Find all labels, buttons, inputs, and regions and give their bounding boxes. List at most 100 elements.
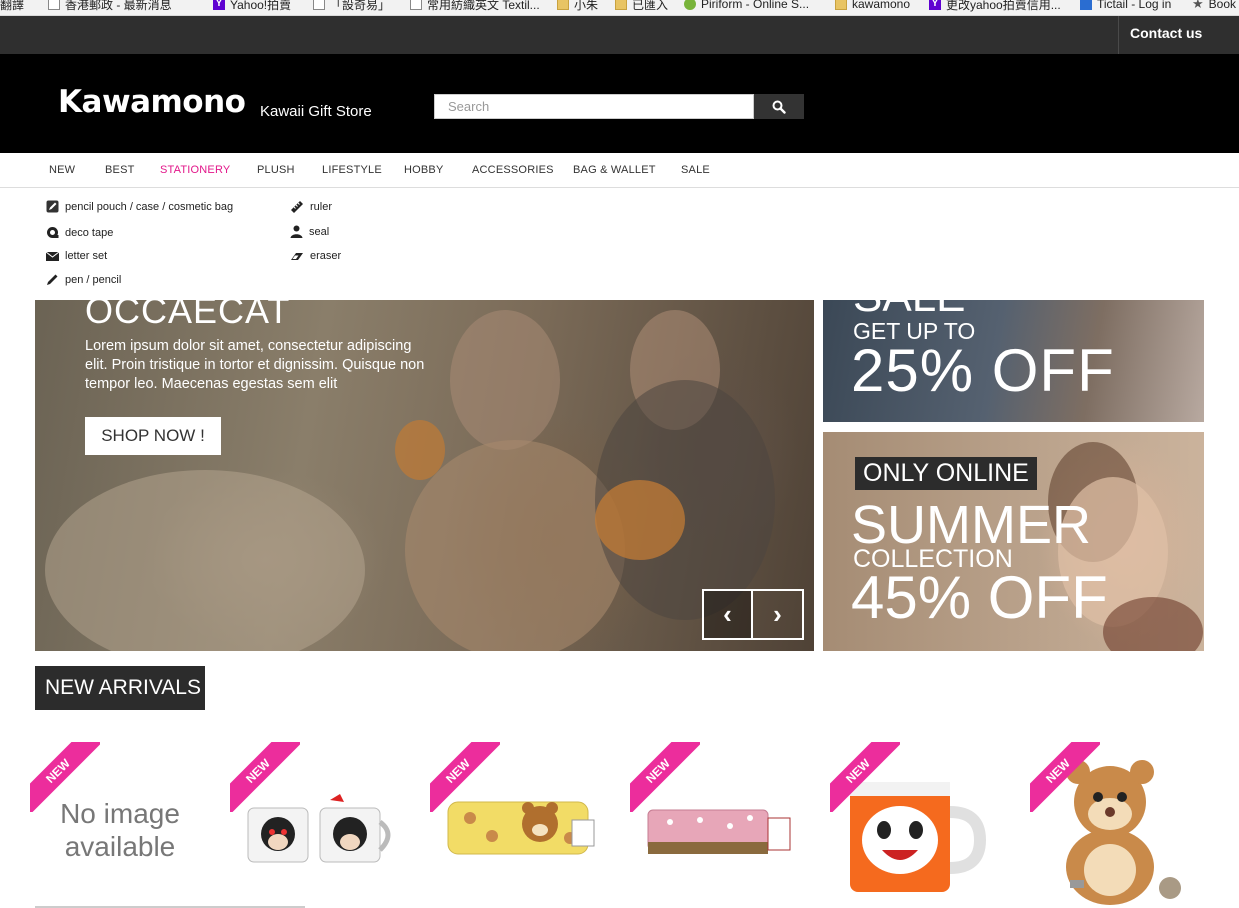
nav-accessories[interactable]: ACCESSORIES <box>472 164 554 176</box>
product-card[interactable]: NEW No image available <box>30 742 220 908</box>
bookmark-textile[interactable]: 常用紡織英文 Textil... <box>410 0 540 13</box>
yahoo-icon: Y <box>213 0 225 10</box>
bookmark-folder-imported[interactable]: 已匯入 <box>615 0 668 13</box>
promo-only-online-badge: ONLY ONLINE <box>855 457 1037 490</box>
bookmark-label: 「設奇易」 <box>330 0 391 12</box>
nav-plush[interactable]: PLUSH <box>257 164 295 176</box>
site-icon <box>313 0 325 10</box>
search-icon <box>772 100 786 114</box>
new-ribbon: NEW <box>230 742 300 812</box>
ruler-icon <box>291 201 303 213</box>
search-button[interactable] <box>754 94 804 119</box>
product-card[interactable]: NEW <box>430 742 620 908</box>
bookmark-label: Tictail - Log in <box>1097 0 1172 11</box>
pencil-square-icon <box>46 200 59 213</box>
nav-new[interactable]: NEW <box>49 164 75 176</box>
site-tagline: Kawaii Gift Store <box>260 103 372 120</box>
new-arrivals-heading: NEW ARRIVALS <box>35 666 205 710</box>
product-card[interactable]: NEW <box>830 742 1020 908</box>
contact-us-link[interactable]: Contact us <box>1118 16 1239 54</box>
envelope-icon <box>46 251 59 261</box>
search-input[interactable]: Search <box>434 94 754 119</box>
folder-icon <box>615 0 627 10</box>
promo-discount: 45% OFF <box>851 564 1108 631</box>
ribbon-label: NEW <box>230 742 300 812</box>
menu-item-pen-pencil[interactable]: pen / pencil <box>46 273 121 286</box>
ribbon-label: NEW <box>430 742 500 812</box>
shop-now-button[interactable]: SHOP NOW ! <box>85 417 221 455</box>
chevron-left-icon: ‹ <box>723 599 732 629</box>
top-bar: Contact us <box>0 16 1239 54</box>
menu-item-label: deco tape <box>65 226 114 239</box>
product-card[interactable]: NEW <box>1030 742 1220 908</box>
promo-sale-banner[interactable]: SALE GET UP TO 25% OFF <box>823 300 1204 422</box>
piriform-icon <box>684 0 696 10</box>
bookmark-label: 翻譯 <box>0 0 25 12</box>
hero-text: Lorem ipsum dolor sit amet, consectetur … <box>85 338 425 392</box>
bookmark-folder-kawamono[interactable]: kawamono <box>835 0 910 13</box>
bookmarks-bar: 翻譯 香港郵政 - 最新消息 Y Yahoo!拍賣 「設奇易」 常用紡織英文 Te… <box>0 0 1239 16</box>
bookmark-site[interactable]: 「設奇易」 <box>313 0 390 13</box>
bookmark-label: kawamono <box>852 0 911 11</box>
promo-discount: 25% OFF <box>851 337 1115 404</box>
bookmark-label: 小朱 <box>574 0 599 12</box>
product-card[interactable]: NEW <box>630 742 820 908</box>
menu-item-label: seal <box>309 225 330 238</box>
new-ribbon: NEW <box>630 742 700 812</box>
bookmark-yahoo-auction[interactable]: Y Yahoo!拍賣 <box>213 0 291 13</box>
nav-hobby[interactable]: HOBBY <box>404 164 444 176</box>
bookmark-folder-zhu[interactable]: 小朱 <box>557 0 598 13</box>
menu-item-seal[interactable]: seal <box>290 225 329 238</box>
ribbon-label: NEW <box>1030 742 1100 812</box>
promo-summer-banner[interactable]: ONLY ONLINE SUMMER COLLECTION 45% OFF <box>823 432 1204 651</box>
bookmark-label: 已匯入 <box>632 0 669 12</box>
chevron-right-icon: › <box>773 599 782 629</box>
bookmark-hongkong-post[interactable]: 香港郵政 - 最新消息 <box>48 0 172 13</box>
bookmark-label: 更改yahoo拍賣信用... <box>946 0 1061 12</box>
ribbon-label: NEW <box>630 742 700 812</box>
bookmark-piriform[interactable]: Piriform - Online S... <box>684 0 809 13</box>
nav-lifestyle[interactable]: LIFESTYLE <box>322 164 382 176</box>
next-slide-button[interactable]: › <box>753 591 802 638</box>
product-card[interactable]: NEW <box>230 742 420 908</box>
tape-icon <box>47 227 59 238</box>
star-icon: ★ <box>1192 0 1204 11</box>
nav-sale[interactable]: SALE <box>681 164 710 176</box>
bookmark-label: Book <box>1208 0 1237 11</box>
nav-stationery[interactable]: STATIONERY <box>160 164 230 176</box>
eraser-icon <box>291 252 303 260</box>
menu-item-label: pen / pencil <box>65 273 122 286</box>
site-logo[interactable]: Kawamono <box>58 84 246 120</box>
main-nav: NEW BEST STATIONERY PLUSH LIFESTYLE HOBB… <box>0 153 1239 188</box>
menu-item-ruler[interactable]: ruler <box>290 200 332 214</box>
menu-item-label: eraser <box>310 250 342 262</box>
slider-arrows: ‹ › <box>702 589 804 640</box>
bookmark-other[interactable]: ★ Book <box>1192 0 1236 13</box>
menu-item-label: letter set <box>65 250 108 262</box>
new-ribbon: NEW <box>430 742 500 812</box>
folder-icon <box>557 0 569 10</box>
menu-item-eraser[interactable]: eraser <box>290 250 341 262</box>
yahoo-icon: Y <box>929 0 941 10</box>
no-image-placeholder: No image available <box>60 798 180 862</box>
nav-best[interactable]: BEST <box>105 164 135 176</box>
menu-item-letter-set[interactable]: letter set <box>46 250 107 262</box>
menu-item-pencil-pouch[interactable]: pencil pouch / case / cosmetic bag <box>46 200 233 213</box>
bookmark-yahoo-credit[interactable]: Y 更改yahoo拍賣信用... <box>929 0 1061 13</box>
hero-slider[interactable]: OCCAECAT Lorem ipsum dolor sit amet, con… <box>35 300 814 651</box>
folder-icon <box>835 0 847 10</box>
tictail-icon <box>1080 0 1092 10</box>
site-header: Kawamono Kawaii Gift Store Search <box>0 54 1239 153</box>
menu-item-label: ruler <box>310 201 333 213</box>
bookmark-translate[interactable]: 翻譯 <box>0 0 24 13</box>
bookmark-tictail[interactable]: Tictail - Log in <box>1080 0 1171 13</box>
page-icon <box>48 0 60 10</box>
menu-item-deco-tape[interactable]: deco tape <box>46 226 113 239</box>
prev-slide-button[interactable]: ‹ <box>704 591 754 638</box>
nav-bag-wallet[interactable]: BAG & WALLET <box>573 164 656 176</box>
bookmark-label: 香港郵政 - 最新消息 <box>65 0 172 12</box>
bookmark-label: 常用紡織英文 Textil... <box>427 0 540 12</box>
stationery-dropdown: pencil pouch / case / cosmetic bag deco … <box>0 188 1239 300</box>
new-ribbon: NEW <box>830 742 900 812</box>
page-icon <box>410 0 422 10</box>
